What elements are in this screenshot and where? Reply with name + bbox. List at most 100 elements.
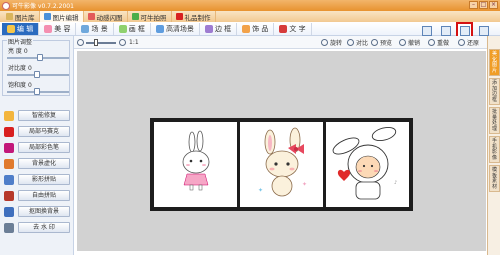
undo-button[interactable]: 撤销 [397,37,422,48]
view-icon [478,25,489,36]
func-label: 场 景 [91,24,108,33]
tab-image-edit[interactable]: 图片编辑 [39,11,84,22]
tab-camera[interactable]: 可牛拍照 [128,11,172,22]
minimize-button[interactable]: – [469,1,478,9]
editing-canvas[interactable]: ✦ ✦ ♪ [77,51,486,251]
tab-label: 动感闪图 [96,13,123,22]
scene-icon [81,24,90,33]
brightness-slider-knob[interactable] [37,54,43,61]
photo-bunny-bow[interactable]: ✦ ✦ [240,122,323,207]
restore-button[interactable]: 还原 [456,37,481,48]
open-folder-icon [440,25,451,36]
func-border[interactable]: 边 框 [200,22,238,35]
module-tabs: 图片库 图片编辑 动感闪图 可牛拍照 礼品制作 [0,11,500,22]
border-icon [204,24,213,33]
rotate-button[interactable]: 旋转 [319,37,344,48]
zoom-out-icon[interactable] [77,39,84,46]
folder-icon [6,13,13,20]
tab-templates[interactable]: 模板素材 [489,165,500,192]
camera-icon [131,13,139,20]
restore-icon [458,39,465,46]
func-edit[interactable]: 编 辑 [2,22,40,35]
photo-bunny-pink-dress[interactable] [154,122,237,207]
background-blur-button[interactable]: 背景虚化 [4,157,70,170]
compare-icon [347,39,354,46]
beauty-icon [44,24,53,33]
svg-text:✦: ✦ [302,181,307,188]
tab-label: 图片库 [15,13,35,22]
free-collage-icon [4,190,14,201]
smart-repair-icon [4,110,14,121]
hd-scene-icon [155,24,164,33]
func-label: 高清场景 [165,24,194,33]
saturation-slider-knob[interactable] [34,88,40,95]
tab-gift-making[interactable]: 礼品制作 [172,11,216,22]
smart-repair-button[interactable]: 智能修复 [4,109,70,122]
text-icon [279,24,288,33]
app-title: 可牛影像 v0.7.2.2001 [12,3,74,10]
free-collage-button[interactable]: 自由拼贴 [4,189,70,202]
color-pen-icon [4,142,14,153]
preview-button[interactable]: 预览 [369,37,394,48]
edit-icon [7,24,15,33]
tab-batch[interactable]: 批量处理 [489,107,500,134]
func-label: 文 字 [289,24,306,33]
title-bar: 可牛影像 v0.7.2.2001 – □ × [0,0,500,11]
svg-text:♪: ♪ [394,180,397,186]
func-beauty[interactable]: 美 容 [39,22,77,35]
tab-beautify[interactable]: 美化图片 [489,49,500,76]
tab-image-library[interactable]: 图片库 [2,11,40,22]
func-label: 画 框 [128,24,145,33]
watermark-icon [4,222,14,233]
func-accessory[interactable]: 饰 品 [237,22,275,35]
tab-flash-image[interactable]: 动感闪图 [84,11,128,22]
accessory-icon [242,24,251,33]
fit-actual-size-button[interactable]: 1:1 [129,38,139,47]
cutout-background-button[interactable]: 抠图换背景 [4,205,70,218]
remove-watermark-button[interactable]: 去 水 印 [4,221,70,234]
zoom-in-icon[interactable] [119,39,126,46]
zoom-slider-knob[interactable] [94,39,98,46]
collage-frame[interactable]: ✦ ✦ ♪ [150,118,413,211]
flash-icon [87,13,95,20]
redo-icon [428,39,435,46]
image-adjust-group: 图片调整 亮 度 0 对比度 0 饱和度 0 [2,37,70,96]
close-button[interactable]: × [489,1,498,9]
tab-mobile[interactable]: 手机影像 [489,136,500,163]
app-logo-icon [2,1,10,10]
cutout-icon [4,206,14,217]
tab-label: 可牛拍照 [140,13,167,22]
color-pen-button[interactable]: 局部彩色笔 [4,141,70,154]
func-text[interactable]: 文 字 [274,22,312,35]
collage-icon [4,174,14,185]
save-icon [459,25,470,36]
maximize-button[interactable]: □ [479,1,488,9]
gift-icon [175,13,183,20]
preview-icon [371,39,378,46]
contrast-label: 对比度 0 [8,65,32,72]
func-label: 编 辑 [17,24,34,33]
compare-button[interactable]: 对比 [345,37,370,48]
redo-button[interactable]: 重做 [426,37,451,48]
contrast-slider-knob[interactable] [34,71,40,78]
zoom-slider[interactable] [86,42,116,44]
zoom-toolbar: 1:1 旋转 对比 预览 撤销 重做 还原 [74,36,487,49]
shape-collage-button[interactable]: 影形拼贴 [4,173,70,186]
window-controls: – □ × [469,1,498,9]
func-label: 饰 品 [252,24,269,33]
func-frame[interactable]: 画 框 [114,22,151,35]
rotate-icon [321,39,328,46]
tab-label: 图片编辑 [52,13,79,22]
tab-add-border[interactable]: 添加边框 [489,78,500,105]
func-hd-scene[interactable]: 高清场景 [151,22,200,35]
mosaic-button[interactable]: 局部马赛克 [4,125,70,138]
group-title: 图片调整 [7,37,34,46]
photo-bunny-costume-heart[interactable]: ♪ [326,122,409,207]
func-label: 边 框 [214,24,232,33]
undo-icon [399,39,406,46]
saturation-label: 饱和度 0 [8,82,32,89]
tab-label: 礼品制作 [184,13,211,22]
func-scene[interactable]: 场 景 [76,22,114,35]
image-icon [43,13,51,20]
right-panel-tabs: 美化图片 添加边框 批量处理 手机影像 模板素材 [487,36,500,255]
